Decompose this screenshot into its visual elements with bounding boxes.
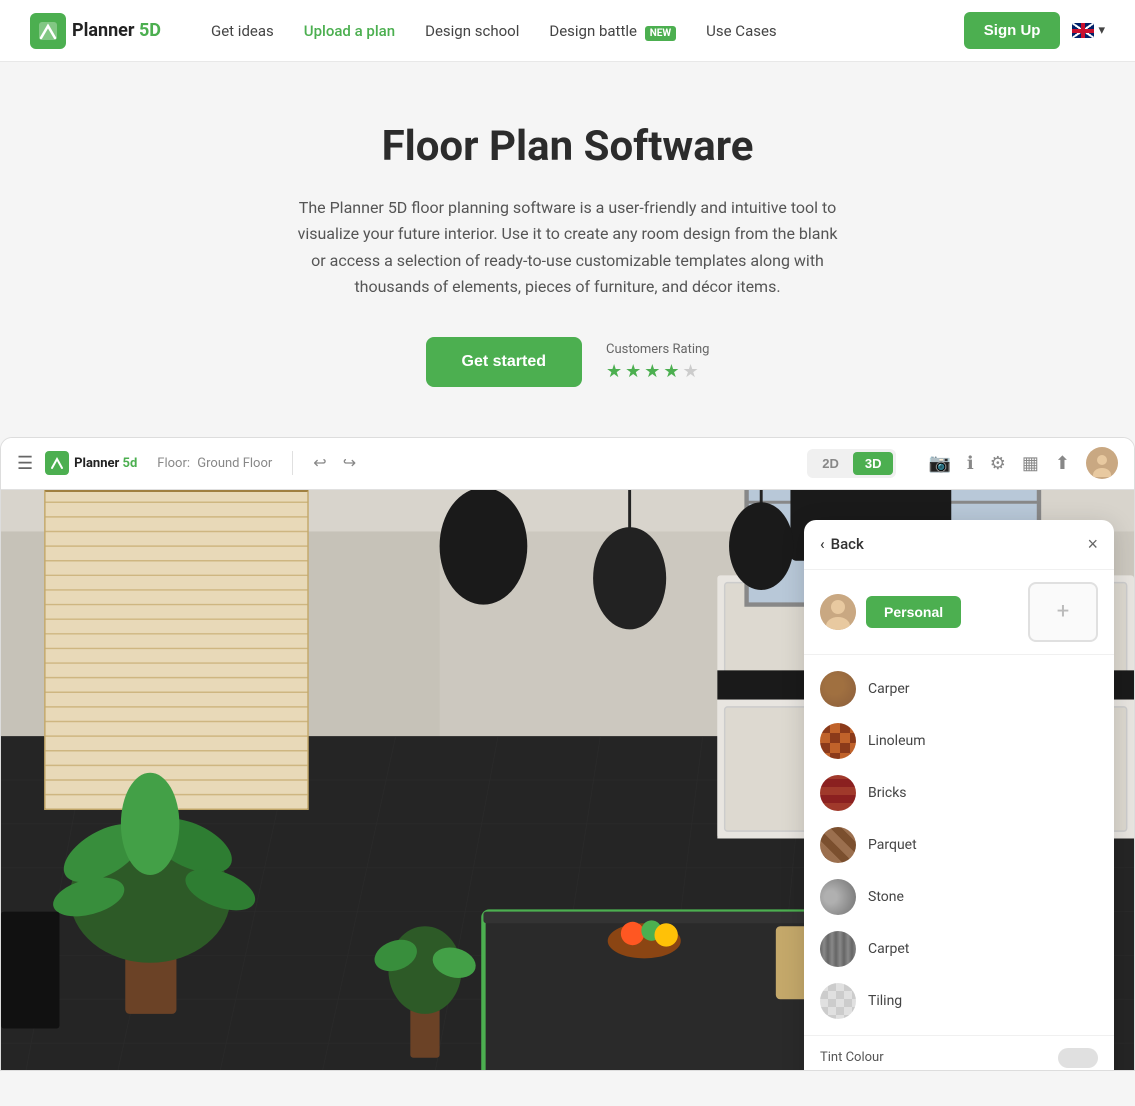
nav-get-ideas[interactable]: Get ideas (211, 22, 274, 40)
hero-section: Floor Plan Software The Planner 5D floor… (0, 62, 1135, 427)
material-swatch (820, 879, 856, 915)
user-avatar-toolbar[interactable] (1086, 447, 1118, 479)
nav-design-battle[interactable]: Design battle NEW (549, 22, 676, 40)
panel-user-avatar (820, 594, 856, 630)
material-name: Bricks (868, 785, 907, 801)
toolbar-divider (292, 451, 293, 475)
material-name: Carper (868, 681, 910, 697)
material-item[interactable]: Fabrick (804, 1027, 1114, 1035)
material-name: Carpet (868, 941, 909, 957)
personal-button[interactable]: Personal (866, 596, 961, 628)
app-logo-text: Planner 5d (74, 456, 137, 471)
panel-back-button[interactable]: ‹ Back (820, 535, 864, 553)
tint-colour-row: Tint Colour (820, 1048, 1098, 1068)
language-selector[interactable]: ▾ (1072, 23, 1105, 38)
logo[interactable]: Planner 5D (30, 13, 161, 49)
logo-icon (30, 13, 66, 49)
hero-title: Floor Plan Software (20, 122, 1115, 171)
app-mockup: ☰ Planner 5d Floor: Ground Floor ↩ ↪ 2D … (0, 437, 1135, 1071)
add-material-button[interactable]: + (1028, 582, 1098, 642)
lang-chevron-icon: ▾ (1098, 23, 1105, 38)
panel-close-button[interactable]: × (1087, 534, 1098, 555)
nav-right: Sign Up ▾ (964, 12, 1105, 49)
material-swatch (820, 775, 856, 811)
nav-upload-plan[interactable]: Upload a plan (304, 22, 395, 40)
material-swatch (820, 827, 856, 863)
tint-toggle[interactable] (1058, 1048, 1098, 1068)
stats-icon[interactable]: ▦ (1022, 453, 1039, 474)
material-item[interactable]: Carper (804, 663, 1114, 715)
app-logo: Planner 5d (45, 451, 137, 475)
menu-icon[interactable]: ☰ (17, 453, 33, 474)
material-name: Stone (868, 889, 904, 905)
panel-header: ‹ Back × (804, 520, 1114, 570)
material-item[interactable]: Parquet (804, 819, 1114, 871)
star-3: ★ (644, 361, 660, 382)
floor-label: Floor: Ground Floor (157, 456, 276, 471)
toolbar-right: 📷 ℹ ⚙ ▦ ⬆ (928, 447, 1118, 479)
app-logo-icon (45, 451, 69, 475)
star-5: ★ (683, 361, 699, 382)
material-swatch (820, 983, 856, 1019)
redo-button[interactable]: ↪ (339, 449, 360, 477)
view-toggle: 2D 3D (807, 449, 896, 478)
navbar: Planner 5D Get ideas Upload a plan Desig… (0, 0, 1135, 62)
scene-container: ‹ Back × Personal + (1, 490, 1134, 1070)
hero-description: The Planner 5D floor planning software i… (298, 195, 838, 301)
star-2: ★ (625, 361, 641, 382)
material-name: Tiling (868, 993, 902, 1009)
star-4: ★ (663, 361, 679, 382)
material-list: Carper Linoleum Bricks Parquet Stone Carpet Ti… (804, 655, 1114, 1035)
star-1: ★ (606, 361, 622, 382)
logo-text: Planner 5D (72, 20, 161, 41)
app-toolbar: ☰ Planner 5d Floor: Ground Floor ↩ ↪ 2D … (1, 438, 1134, 490)
nav-use-cases[interactable]: Use Cases (706, 22, 777, 40)
material-item[interactable]: Stone (804, 871, 1114, 923)
material-name: Parquet (868, 837, 917, 853)
camera-icon[interactable]: 📷 (928, 453, 950, 474)
nav-design-school[interactable]: Design school (425, 22, 519, 40)
material-item[interactable]: Bricks (804, 767, 1114, 819)
view-2d-button[interactable]: 2D (810, 452, 851, 475)
material-swatch (820, 931, 856, 967)
hero-cta: Get started Customers Rating ★ ★ ★ ★ ★ (20, 337, 1115, 387)
tint-label: Tint Colour (820, 1050, 884, 1065)
panel-bottom: Tint Colour Texture Scale 100% (804, 1035, 1114, 1070)
undo-button[interactable]: ↩ (309, 449, 330, 477)
chevron-left-icon: ‹ (820, 535, 825, 553)
star-rating: ★ ★ ★ ★ ★ (606, 361, 699, 382)
undo-redo-group: ↩ ↪ (309, 449, 360, 477)
rating-label: Customers Rating (606, 342, 710, 357)
share-icon[interactable]: ⬆ (1055, 453, 1070, 474)
panel-user-row: Personal + (804, 570, 1114, 655)
material-item[interactable]: Tiling (804, 975, 1114, 1027)
get-started-button[interactable]: Get started (426, 337, 582, 387)
signup-button[interactable]: Sign Up (964, 12, 1061, 49)
new-badge: NEW (645, 26, 676, 41)
material-name: Linoleum (868, 733, 925, 749)
info-icon[interactable]: ℹ (967, 453, 974, 474)
material-swatch (820, 671, 856, 707)
material-swatch (820, 723, 856, 759)
material-item[interactable]: Linoleum (804, 715, 1114, 767)
material-item[interactable]: Carpet (804, 923, 1114, 975)
material-panel: ‹ Back × Personal + (804, 520, 1114, 1070)
rating-block: Customers Rating ★ ★ ★ ★ ★ (606, 342, 710, 382)
settings-icon[interactable]: ⚙ (990, 453, 1006, 474)
view-3d-button[interactable]: 3D (853, 452, 894, 475)
